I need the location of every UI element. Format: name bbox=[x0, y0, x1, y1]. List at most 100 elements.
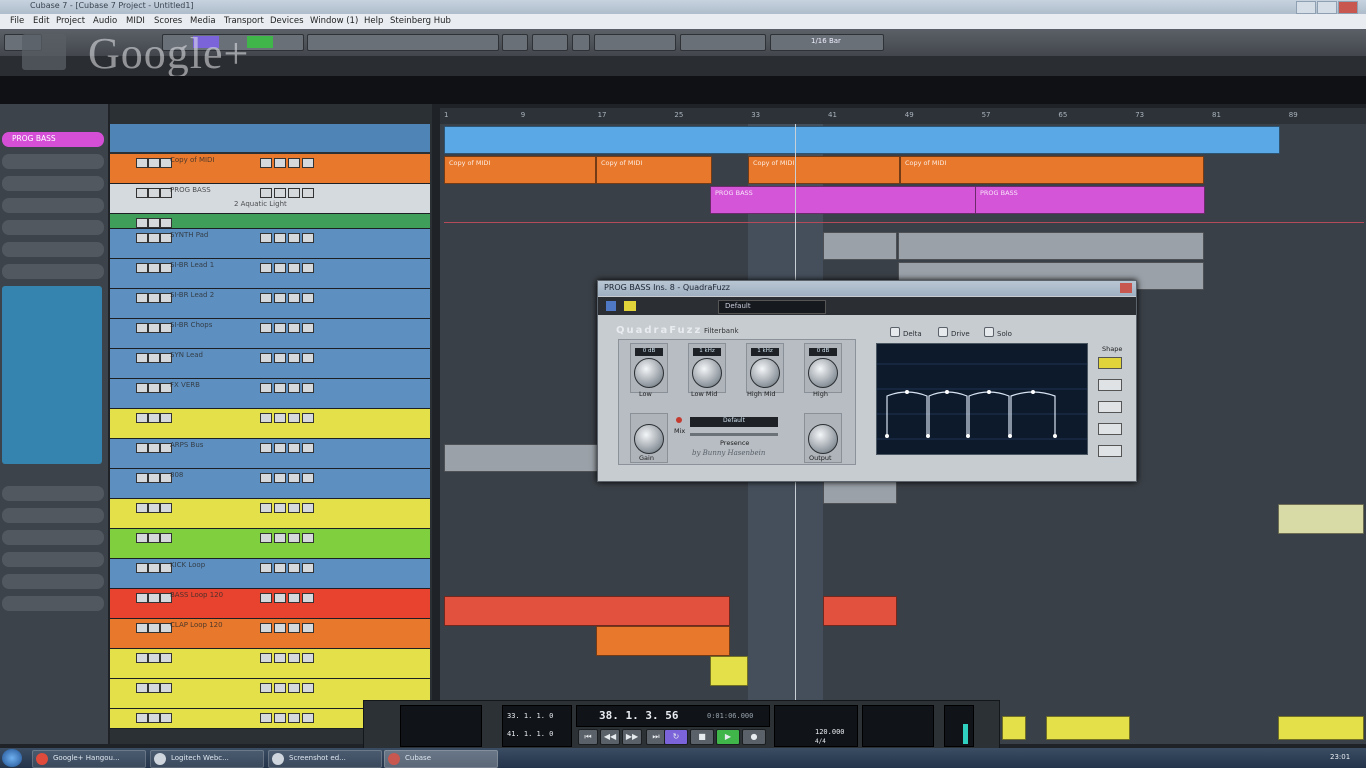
stop-button[interactable]: ■ bbox=[690, 729, 714, 745]
mute-button[interactable] bbox=[136, 263, 148, 273]
menu-file[interactable]: File bbox=[10, 16, 24, 26]
track-row[interactable]: SI-BR Lead 2 bbox=[110, 289, 430, 319]
audio-event[interactable] bbox=[823, 596, 897, 626]
track-row[interactable]: SI-BR Lead 1 bbox=[110, 259, 430, 289]
mute-button[interactable] bbox=[136, 593, 148, 603]
mute-button[interactable] bbox=[136, 623, 148, 633]
write-automation-button[interactable] bbox=[288, 323, 300, 333]
mute-button[interactable] bbox=[136, 293, 148, 303]
edit-button[interactable] bbox=[302, 413, 314, 423]
filterbank-display[interactable] bbox=[876, 343, 1088, 455]
monitor-button[interactable] bbox=[260, 188, 272, 198]
read-automation-button[interactable] bbox=[274, 293, 286, 303]
mute-button[interactable] bbox=[136, 188, 148, 198]
preset-select[interactable]: Default bbox=[718, 300, 826, 314]
track-name[interactable]: PROG BASS bbox=[170, 186, 211, 194]
audio-event[interactable] bbox=[596, 626, 730, 656]
audio-event[interactable] bbox=[444, 596, 730, 626]
read-automation-button[interactable] bbox=[274, 443, 286, 453]
solo-button[interactable] bbox=[148, 593, 160, 603]
autoscroll-button[interactable] bbox=[502, 34, 528, 51]
edit-button[interactable] bbox=[302, 623, 314, 633]
plugin-close-button[interactable] bbox=[1120, 283, 1132, 293]
menu-transport[interactable]: Transport bbox=[224, 16, 264, 26]
inspector-row[interactable] bbox=[2, 264, 104, 279]
read-automation-button[interactable] bbox=[274, 353, 286, 363]
solo-button[interactable] bbox=[148, 503, 160, 513]
record-enable-button[interactable] bbox=[160, 713, 172, 723]
write-automation-button[interactable] bbox=[288, 443, 300, 453]
read-automation-button[interactable] bbox=[274, 713, 286, 723]
solo-button[interactable] bbox=[148, 683, 160, 693]
inspector-row[interactable] bbox=[2, 530, 104, 545]
mute-button[interactable] bbox=[136, 323, 148, 333]
midi-part[interactable]: Copy of MIDI bbox=[596, 156, 712, 184]
menu-help[interactable]: Help bbox=[364, 16, 383, 26]
mute-button[interactable] bbox=[136, 218, 148, 228]
monitor-button[interactable] bbox=[260, 158, 272, 168]
mute-button[interactable] bbox=[136, 713, 148, 723]
record-enable-button[interactable] bbox=[160, 413, 172, 423]
timeline-ruler[interactable]: 191725334149576573818997 bbox=[440, 108, 1366, 125]
solo-button[interactable] bbox=[148, 353, 160, 363]
track-name[interactable]: SYN Lead bbox=[170, 351, 203, 359]
rewind-button[interactable]: ◀◀ bbox=[600, 729, 620, 745]
monitor-button[interactable] bbox=[260, 413, 272, 423]
locator-display[interactable]: 33. 1. 1. 0 41. 1. 1. 0 bbox=[502, 705, 572, 747]
low-knob[interactable] bbox=[634, 358, 664, 388]
solo-button[interactable] bbox=[148, 158, 160, 168]
edit-button[interactable] bbox=[302, 158, 314, 168]
read-automation-button[interactable] bbox=[274, 323, 286, 333]
mute-button[interactable] bbox=[136, 383, 148, 393]
edit-button[interactable] bbox=[302, 443, 314, 453]
track-instrument[interactable]: 2 Aquatic Light bbox=[234, 200, 287, 208]
solo-button[interactable] bbox=[148, 188, 160, 198]
go-to-end-button[interactable]: ⏭ bbox=[646, 729, 666, 745]
menu-edit[interactable]: Edit bbox=[33, 16, 49, 26]
close-button[interactable] bbox=[1338, 1, 1358, 14]
folder-track[interactable] bbox=[110, 124, 430, 152]
monitor-button[interactable] bbox=[260, 623, 272, 633]
record-enable-button[interactable] bbox=[160, 218, 172, 228]
quantize-select[interactable] bbox=[680, 34, 766, 51]
midi-part[interactable]: PROG BASS bbox=[710, 186, 976, 214]
read-automation-button[interactable] bbox=[274, 473, 286, 483]
read-automation-button[interactable] bbox=[274, 683, 286, 693]
track-row[interactable]: 808 bbox=[110, 469, 430, 499]
mute-button[interactable] bbox=[136, 443, 148, 453]
inspector-row[interactable] bbox=[2, 198, 104, 213]
write-automation-button[interactable] bbox=[288, 353, 300, 363]
record-button[interactable]: ● bbox=[742, 729, 766, 745]
solo-button[interactable] bbox=[148, 473, 160, 483]
mute-button[interactable] bbox=[136, 533, 148, 543]
low-mid-knob[interactable] bbox=[692, 358, 722, 388]
mute-button[interactable] bbox=[136, 413, 148, 423]
monitor-button[interactable] bbox=[260, 563, 272, 573]
monitor-button[interactable] bbox=[260, 683, 272, 693]
inspector-row[interactable] bbox=[2, 176, 104, 191]
shape-button[interactable] bbox=[1098, 379, 1122, 391]
snap-button[interactable] bbox=[532, 34, 568, 51]
midi-part[interactable]: Copy of MIDI bbox=[748, 156, 900, 184]
grid-type-select[interactable] bbox=[594, 34, 676, 51]
edit-button[interactable] bbox=[302, 383, 314, 393]
bypass-icon[interactable] bbox=[606, 301, 616, 311]
grid-button[interactable] bbox=[572, 34, 590, 51]
track-name[interactable]: SI-BR Chops bbox=[170, 321, 212, 329]
write-automation-button[interactable] bbox=[288, 263, 300, 273]
mute-button[interactable] bbox=[136, 158, 148, 168]
edit-button[interactable] bbox=[302, 563, 314, 573]
delta-checkbox[interactable]: Delta bbox=[890, 327, 922, 338]
audio-event[interactable] bbox=[710, 656, 748, 686]
menu-scores[interactable]: Scores bbox=[154, 16, 182, 26]
solo-button[interactable] bbox=[148, 533, 160, 543]
inspector-row[interactable] bbox=[2, 596, 104, 611]
write-automation-button[interactable] bbox=[288, 563, 300, 573]
audio-event[interactable] bbox=[898, 232, 1204, 260]
read-automation-button[interactable] bbox=[274, 503, 286, 513]
inspector-row[interactable] bbox=[2, 220, 104, 235]
audio-event[interactable] bbox=[444, 444, 598, 472]
high-knob[interactable] bbox=[808, 358, 838, 388]
midi-part[interactable]: Copy of MIDI bbox=[444, 156, 596, 184]
solo-button[interactable] bbox=[148, 623, 160, 633]
